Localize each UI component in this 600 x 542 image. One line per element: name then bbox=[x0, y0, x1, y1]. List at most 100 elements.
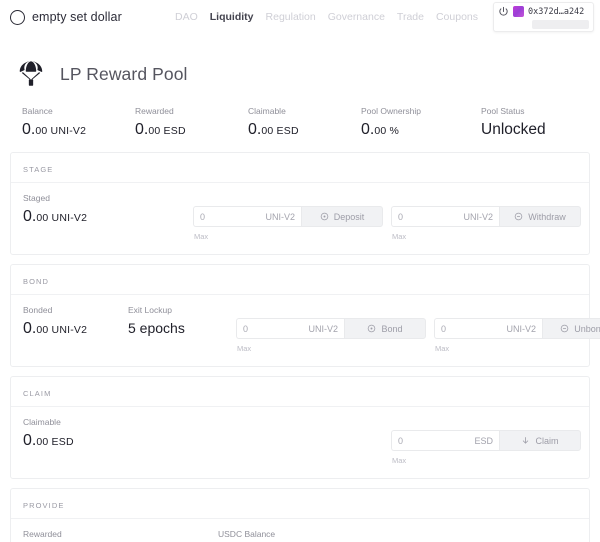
unbond-max-link[interactable]: Max bbox=[434, 344, 600, 353]
stat-rewarded: Rewarded 0.00 ESD bbox=[135, 106, 248, 138]
provide-card: PROVIDE Rewarded 0.00 ESD USDC Balance 0… bbox=[10, 488, 590, 542]
claim-max-link[interactable]: Max bbox=[391, 456, 581, 465]
bond-group: UNI-V2 Bond Max bbox=[236, 318, 426, 353]
unbond-input-wrap[interactable]: UNI-V2 bbox=[434, 318, 542, 339]
nav-item-governance[interactable]: Governance bbox=[328, 11, 385, 23]
deposit-button[interactable]: Deposit bbox=[301, 206, 383, 227]
nav-item-coupons[interactable]: Coupons bbox=[436, 11, 478, 23]
section-label: BOND bbox=[23, 277, 49, 286]
bond-unit: UNI-V2 bbox=[304, 324, 338, 334]
metric-value-lead: 0. bbox=[23, 432, 36, 449]
nav-item-regulation[interactable]: Regulation bbox=[266, 11, 316, 23]
brand-logo[interactable]: empty set dollar bbox=[10, 10, 175, 25]
withdraw-unit: UNI-V2 bbox=[459, 212, 493, 222]
section-label: PROVIDE bbox=[23, 501, 64, 510]
stat-value-rest: 00 ESD bbox=[261, 125, 298, 137]
circle-dot-icon bbox=[367, 324, 376, 333]
page-header: LP Reward Pool bbox=[0, 34, 600, 92]
withdraw-button[interactable]: Withdraw bbox=[499, 206, 581, 227]
unbond-button[interactable]: Unbond bbox=[542, 318, 600, 339]
metric-value: 0.00 ESD bbox=[23, 433, 128, 449]
unbond-unit: UNI-V2 bbox=[502, 324, 536, 334]
circle-minus-icon bbox=[560, 324, 569, 333]
unbond-group: UNI-V2 Unbond Max bbox=[434, 318, 600, 353]
circle-minus-icon bbox=[514, 212, 523, 221]
wallet-panel[interactable]: 0x372d…a242 bbox=[493, 2, 594, 32]
stage-card: STAGE Staged 0.00 UNI-V2 UNI-V2 bbox=[10, 152, 590, 255]
stat-value: 0.00 ESD bbox=[135, 122, 248, 138]
withdraw-input[interactable] bbox=[398, 212, 459, 222]
status-badge: Unlocked bbox=[481, 122, 594, 138]
deposit-field-row: UNI-V2 Deposit bbox=[193, 206, 383, 227]
deposit-button-label: Deposit bbox=[334, 212, 365, 222]
stat-value-lead: 0. bbox=[22, 121, 35, 138]
claim-actions: ESD Claim Max bbox=[193, 417, 581, 465]
circle-dot-icon bbox=[320, 212, 329, 221]
provide-rewarded-metric: Rewarded 0.00 ESD bbox=[23, 529, 218, 542]
nav-item-trade[interactable]: Trade bbox=[397, 11, 424, 23]
exit-lockup-metric: Exit Lockup 5 epochs bbox=[128, 305, 236, 335]
wallet-secondary-bar bbox=[532, 20, 589, 29]
metric-label: Exit Lockup bbox=[128, 305, 236, 315]
claim-actions-spacer bbox=[193, 430, 383, 465]
stat-value-lead: 0. bbox=[248, 121, 261, 138]
stage-actions: UNI-V2 Deposit Max UNI-V2 bbox=[193, 193, 581, 241]
metric-value-rest: 00 UNI-V2 bbox=[36, 212, 87, 224]
stat-value-lead: 0. bbox=[361, 121, 374, 138]
metric-label: Bonded bbox=[23, 305, 128, 315]
claim-unit: ESD bbox=[470, 436, 493, 446]
bond-button-label: Bond bbox=[381, 324, 402, 334]
stage-card-header: STAGE bbox=[11, 153, 589, 183]
deposit-max-link[interactable]: Max bbox=[193, 232, 383, 241]
stat-label: Rewarded bbox=[135, 106, 248, 116]
unbond-button-label: Unbond bbox=[574, 324, 600, 334]
provide-card-body: Rewarded 0.00 ESD USDC Balance 0.00 USDC… bbox=[11, 519, 589, 542]
staged-metric: Staged 0.00 UNI-V2 bbox=[23, 193, 128, 225]
bond-input-wrap[interactable]: UNI-V2 bbox=[236, 318, 344, 339]
top-navigation-bar: empty set dollar DAO Liquidity Regulatio… bbox=[0, 0, 600, 34]
provide-card-header: PROVIDE bbox=[11, 489, 589, 519]
circle-ring-icon bbox=[10, 10, 25, 25]
brand-name: empty set dollar bbox=[32, 10, 122, 24]
claim-card-header: CLAIM bbox=[11, 377, 589, 407]
bond-card: BOND Bonded 0.00 UNI-V2 Exit Lockup 5 ep… bbox=[10, 264, 590, 367]
arrow-down-icon bbox=[521, 436, 530, 445]
main-nav: DAO Liquidity Regulation Governance Trad… bbox=[175, 11, 478, 23]
section-label: STAGE bbox=[23, 165, 53, 174]
stat-value: 0.00 % bbox=[361, 122, 481, 138]
claim-card: CLAIM Claimable 0.00 ESD ESD bbox=[10, 376, 590, 479]
power-icon[interactable] bbox=[498, 6, 509, 17]
stat-label: Claimable bbox=[248, 106, 361, 116]
bond-actions: UNI-V2 Bond Max UNI-V2 bbox=[236, 305, 600, 353]
section-label: CLAIM bbox=[23, 389, 51, 398]
unbond-field-row: UNI-V2 Unbond bbox=[434, 318, 600, 339]
deposit-input[interactable] bbox=[200, 212, 261, 222]
usdc-balance-metric: USDC Balance 0.00 USDC bbox=[218, 529, 413, 542]
metric-label: Rewarded bbox=[23, 529, 218, 539]
claimable-metric: Claimable 0.00 ESD bbox=[23, 417, 128, 449]
bond-card-header: BOND bbox=[11, 265, 589, 295]
claim-button[interactable]: Claim bbox=[499, 430, 581, 451]
metric-value: 0.00 UNI-V2 bbox=[23, 209, 128, 225]
stat-pool-status: Pool Status Unlocked bbox=[481, 106, 594, 138]
bond-max-link[interactable]: Max bbox=[236, 344, 426, 353]
stat-value: 0.00 ESD bbox=[248, 122, 361, 138]
nav-item-liquidity[interactable]: Liquidity bbox=[210, 11, 254, 23]
bond-input[interactable] bbox=[243, 324, 304, 334]
claim-input-wrap[interactable]: ESD bbox=[391, 430, 499, 451]
claim-input[interactable] bbox=[398, 436, 470, 446]
stat-balance: Balance 0.00 UNI-V2 bbox=[22, 106, 135, 138]
nav-item-dao[interactable]: DAO bbox=[175, 11, 198, 23]
exit-lockup-value: 5 epochs bbox=[128, 321, 236, 335]
stat-value-lead: 0. bbox=[135, 121, 148, 138]
withdraw-input-wrap[interactable]: UNI-V2 bbox=[391, 206, 499, 227]
wallet-address: 0x372d…a242 bbox=[528, 7, 584, 17]
claim-group: ESD Claim Max bbox=[391, 430, 581, 465]
unbond-input[interactable] bbox=[441, 324, 502, 334]
claim-field-row: ESD Claim bbox=[391, 430, 581, 451]
stat-value-rest: 00 ESD bbox=[148, 125, 185, 137]
stat-value-rest: 00 % bbox=[374, 125, 399, 137]
deposit-input-wrap[interactable]: UNI-V2 bbox=[193, 206, 301, 227]
withdraw-max-link[interactable]: Max bbox=[391, 232, 581, 241]
bond-button[interactable]: Bond bbox=[344, 318, 426, 339]
